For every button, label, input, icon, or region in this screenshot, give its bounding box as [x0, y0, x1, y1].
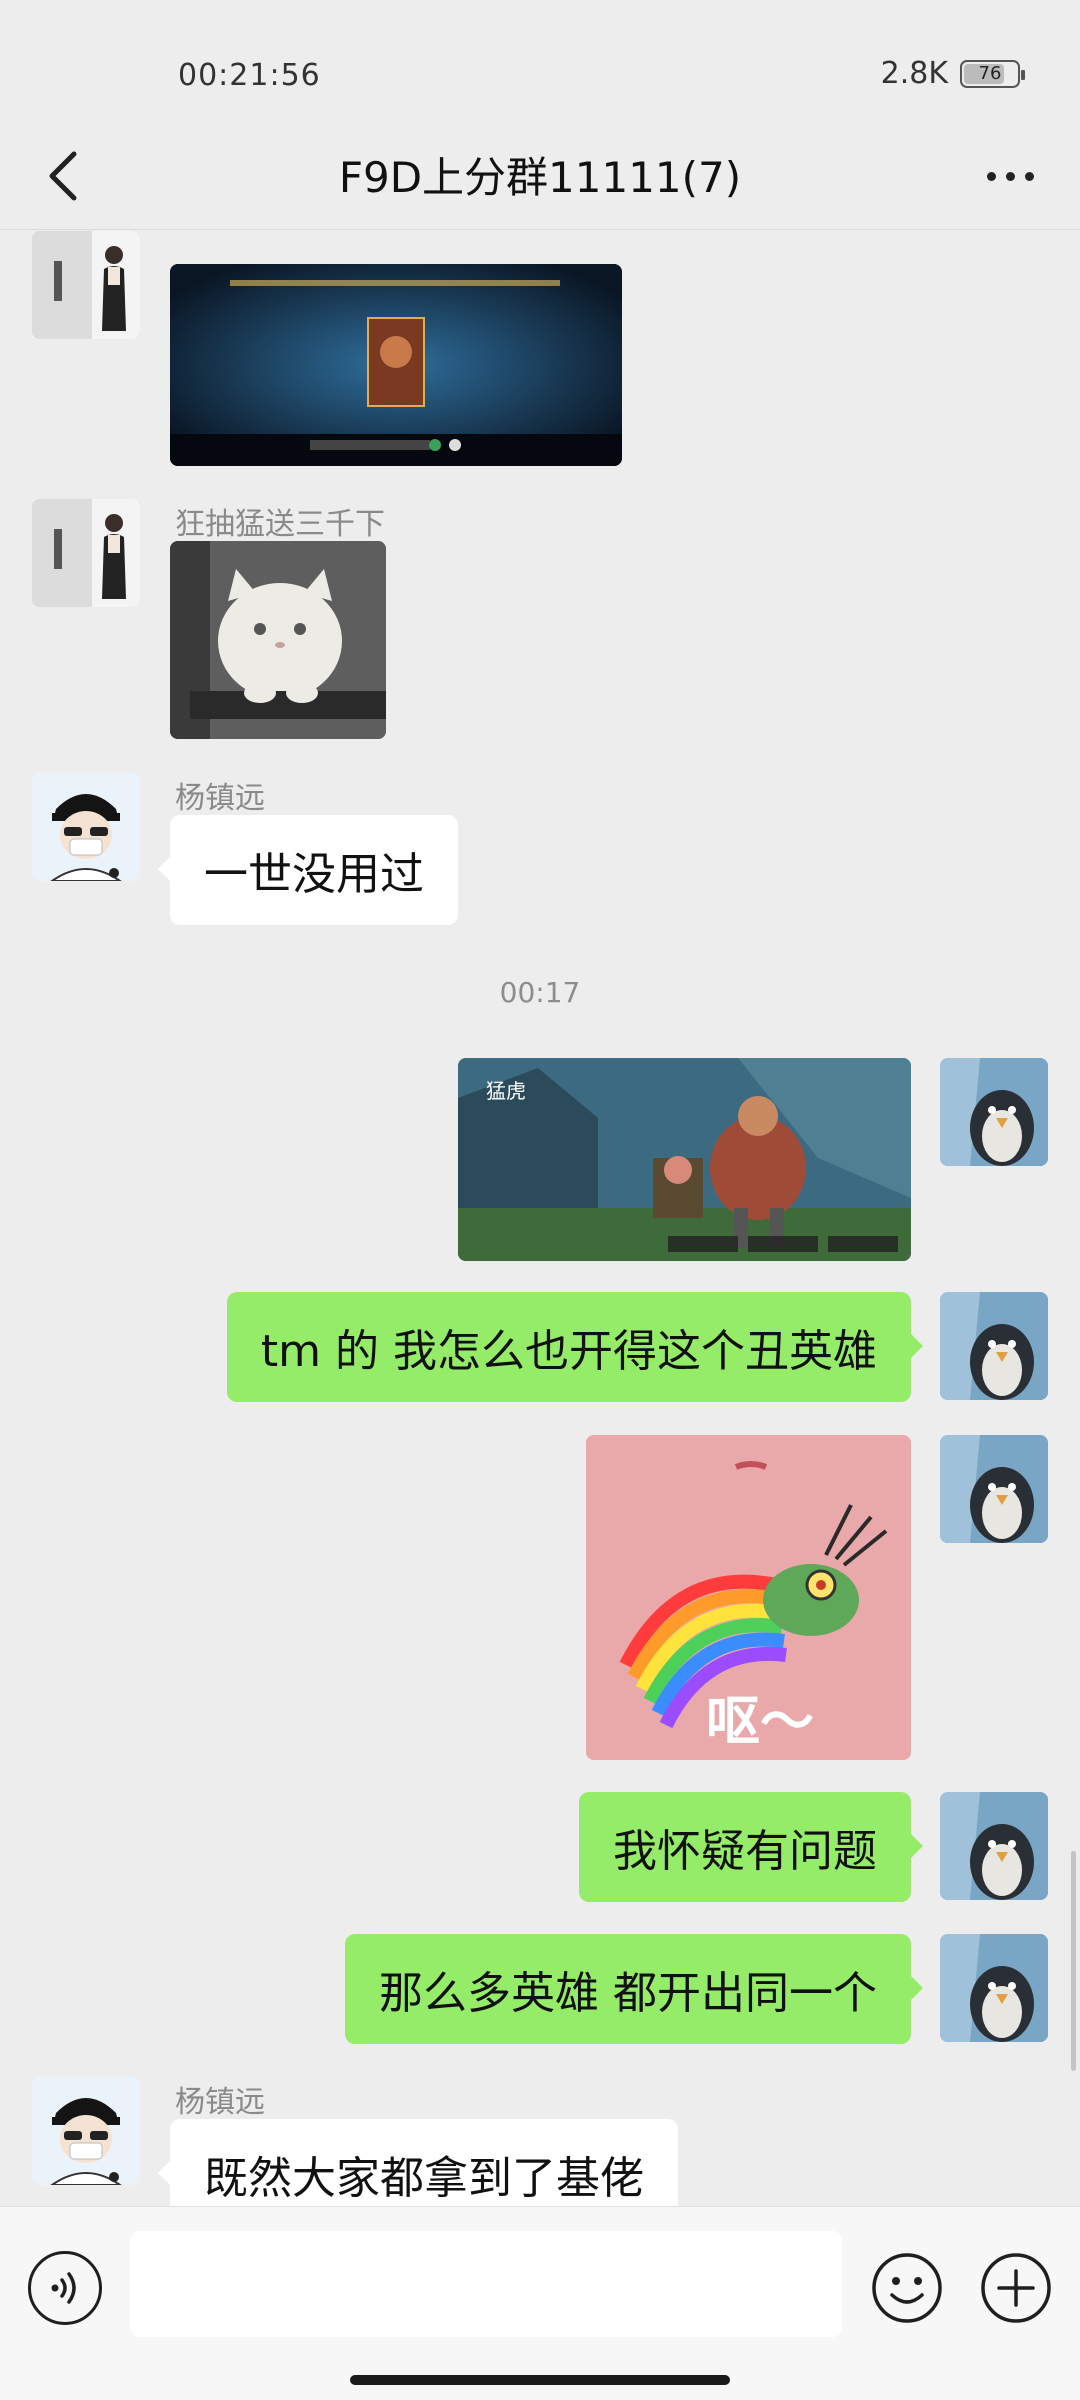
- emoji-button[interactable]: [870, 2251, 944, 2325]
- more-button[interactable]: [970, 140, 1050, 212]
- penguin-avatar-icon: [940, 1292, 1048, 1400]
- avatar[interactable]: [940, 1058, 1048, 1166]
- image-caption: 呕～: [706, 1690, 814, 1753]
- voice-icon: [51, 2272, 76, 2304]
- avatar[interactable]: [940, 1292, 1048, 1400]
- sender-name: 杨镇远: [175, 2085, 265, 2120]
- cartoon-boy-avatar-icon: [32, 773, 140, 881]
- home-indicator[interactable]: [350, 2375, 730, 2385]
- plus-button[interactable]: [979, 2251, 1053, 2325]
- sender-name: 狂抽猛送三千下: [175, 507, 385, 542]
- text-message[interactable]: 一世没用过: [158, 815, 458, 925]
- avatar[interactable]: [940, 1934, 1048, 2042]
- avatar[interactable]: [32, 773, 140, 881]
- voice-button[interactable]: [28, 2251, 102, 2325]
- plus-icon: [981, 2253, 1051, 2323]
- time-divider: 00:17: [499, 976, 581, 1009]
- avatar[interactable]: [32, 2077, 140, 2185]
- image-message[interactable]: [170, 541, 386, 739]
- plankton-rainbow-sticker-icon: 呕～: [586, 1435, 911, 1760]
- chat-header: F9D上分群11111(7): [0, 120, 1080, 230]
- white-cat-sticker-icon: [170, 541, 386, 739]
- more-dots-icon: [986, 171, 996, 181]
- battery-icon: 76: [960, 59, 1025, 88]
- text-message[interactable]: 既然大家都拿到了基佬: [158, 2119, 678, 2206]
- avatar[interactable]: [940, 1435, 1048, 1543]
- scrollbar[interactable]: [1071, 1851, 1076, 2071]
- cartoon-boy-avatar-icon: [32, 2077, 140, 2185]
- message-list[interactable]: 狂抽猛送三千下 杨镇远 一世没用过 00:17 猛虎 tm 的 我怎么也开得这个…: [0, 231, 1080, 2206]
- penguin-avatar-icon: [940, 1058, 1048, 1166]
- message-input[interactable]: [130, 2231, 842, 2337]
- penguin-avatar-icon: [940, 1792, 1048, 1900]
- status-indicators: 2.8K 76: [880, 56, 1025, 91]
- selfie-avatar-icon: [32, 231, 140, 339]
- selfie-avatar-icon: [32, 499, 140, 607]
- status-time: 00:21:56: [178, 58, 321, 93]
- more-dot: [1024, 171, 1034, 181]
- penguin-avatar-icon: [940, 1435, 1048, 1543]
- image-message[interactable]: [170, 264, 622, 466]
- sender-name: 杨镇远: [175, 781, 265, 816]
- more-dot: [1005, 171, 1015, 181]
- emoji-icon: [872, 2253, 942, 2323]
- penguin-avatar-icon: [940, 1934, 1048, 2042]
- avatar[interactable]: [32, 499, 140, 607]
- input-bar: [0, 2206, 1080, 2400]
- text-message[interactable]: 那么多英雄 都开出同一个: [345, 1934, 923, 2044]
- battery-level: 76: [978, 63, 1002, 84]
- avatar[interactable]: [940, 1792, 1048, 1900]
- text-message[interactable]: 我怀疑有问题: [579, 1792, 923, 1902]
- game-hero-screenshot-icon: 猛虎: [458, 1058, 911, 1261]
- game-skin-screenshot-icon: [170, 264, 622, 466]
- text-message[interactable]: tm 的 我怎么也开得这个丑英雄: [226, 1292, 924, 1402]
- image-caption: 猛虎: [486, 1079, 526, 1103]
- network-speed: 2.8K: [880, 56, 948, 91]
- sticker-message[interactable]: 呕～: [586, 1435, 911, 1760]
- image-message[interactable]: 猛虎: [458, 1058, 911, 1261]
- avatar[interactable]: [32, 231, 140, 339]
- page-title: F9D上分群11111(7): [338, 153, 742, 202]
